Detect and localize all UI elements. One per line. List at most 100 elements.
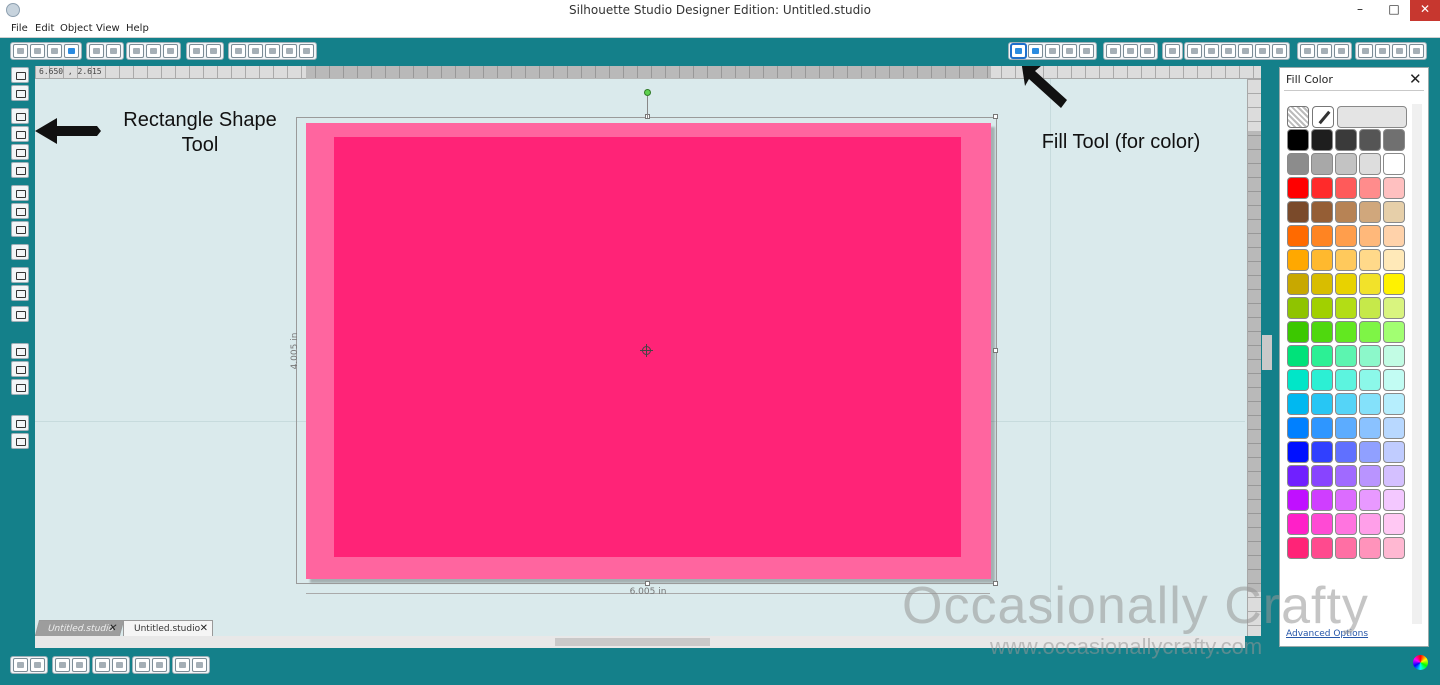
save-library-icon[interactable] [64, 44, 79, 58]
color-swatch[interactable] [1359, 417, 1381, 439]
color-swatch[interactable] [1311, 513, 1333, 535]
color-swatch[interactable] [1383, 201, 1405, 223]
color-swatch[interactable] [1359, 129, 1381, 151]
menu-help[interactable]: Help [126, 23, 149, 34]
color-swatch[interactable] [1335, 441, 1357, 463]
color-swatch[interactable] [1383, 537, 1405, 559]
release-compound-icon[interactable] [72, 658, 87, 672]
color-swatch[interactable] [1311, 489, 1333, 511]
color-swatch[interactable] [1359, 177, 1381, 199]
online-store-icon[interactable] [11, 379, 29, 395]
save-icon[interactable] [47, 44, 62, 58]
color-swatch[interactable] [1359, 441, 1381, 463]
color-swatch[interactable] [1311, 177, 1333, 199]
new-document-icon[interactable] [13, 44, 28, 58]
color-swatch[interactable] [1335, 369, 1357, 391]
store-icon[interactable] [1317, 44, 1332, 58]
horizontal-scroll-thumb[interactable] [555, 638, 710, 646]
vertical-scroll-thumb[interactable] [1262, 335, 1272, 370]
copy-icon[interactable] [129, 44, 144, 58]
color-swatch[interactable] [1335, 249, 1357, 271]
text-tool-icon[interactable] [11, 244, 29, 260]
group-icon[interactable] [13, 658, 28, 672]
color-swatch[interactable] [1287, 417, 1309, 439]
color-swatch[interactable] [1383, 489, 1405, 511]
line-tool-icon[interactable] [11, 108, 29, 124]
close-tab-icon[interactable]: ✕ [107, 623, 118, 634]
color-swatch[interactable] [1359, 321, 1381, 343]
color-swatch[interactable] [1359, 369, 1381, 391]
minimize-button[interactable]: – [1344, 0, 1376, 21]
color-swatch[interactable] [1335, 201, 1357, 223]
color-swatch[interactable] [1383, 465, 1405, 487]
color-swatch[interactable] [1287, 513, 1309, 535]
knife-tool-icon[interactable] [11, 285, 29, 301]
color-swatch[interactable] [1311, 393, 1333, 415]
fullscreen-icon[interactable] [1392, 44, 1407, 58]
key-icon[interactable] [1140, 44, 1155, 58]
color-wheel-icon[interactable] [1413, 655, 1428, 670]
color-swatch[interactable] [1359, 249, 1381, 271]
duplicate-icon[interactable] [175, 658, 190, 672]
color-swatch[interactable] [1359, 225, 1381, 247]
color-swatch[interactable] [1359, 489, 1381, 511]
color-swatch[interactable] [1311, 537, 1333, 559]
cut-send-icon[interactable] [1409, 44, 1424, 58]
color-swatch[interactable] [1287, 177, 1309, 199]
align-icon[interactable] [1106, 44, 1121, 58]
color-swatch[interactable] [1287, 201, 1309, 223]
zoom-out-icon[interactable] [248, 44, 263, 58]
color-swatch[interactable] [1287, 489, 1309, 511]
document-tab[interactable]: Untitled.studio ✕ [35, 620, 125, 636]
color-swatch[interactable] [1287, 321, 1309, 343]
color-swatch[interactable] [1311, 273, 1333, 295]
color-swatch[interactable] [1311, 441, 1333, 463]
close-tab-icon[interactable]: ✕ [200, 623, 208, 634]
close-panel-icon[interactable]: ✕ [1409, 70, 1422, 88]
color-swatch[interactable] [1287, 441, 1309, 463]
color-swatch[interactable] [1359, 201, 1381, 223]
fit-to-page-icon[interactable] [299, 44, 314, 58]
line-style-icon[interactable] [1062, 44, 1077, 58]
color-swatch[interactable] [1287, 297, 1309, 319]
delete-icon[interactable] [112, 658, 127, 672]
color-swatch[interactable] [1383, 321, 1405, 343]
make-compound-icon[interactable] [55, 658, 70, 672]
open-folder-icon[interactable] [30, 44, 45, 58]
eraser-tool-icon[interactable] [11, 267, 29, 283]
eyedropper-icon[interactable] [1312, 106, 1334, 128]
panel-split-icon[interactable] [11, 433, 29, 449]
text-style-icon[interactable] [1165, 44, 1180, 58]
color-swatch[interactable] [1311, 369, 1333, 391]
print-cutter-icon[interactable] [106, 44, 121, 58]
color-swatch[interactable] [1287, 465, 1309, 487]
menu-file[interactable]: File [11, 23, 28, 34]
color-swatch[interactable] [1359, 153, 1381, 175]
zoom-select-icon[interactable] [265, 44, 280, 58]
rotation-handle[interactable] [644, 89, 651, 96]
paste-icon[interactable] [146, 44, 161, 58]
line-color-icon[interactable] [1079, 44, 1094, 58]
color-swatch[interactable] [1359, 537, 1381, 559]
resize-handle-bottom[interactable] [645, 581, 650, 586]
color-swatch[interactable] [1287, 225, 1309, 247]
color-swatch[interactable] [1335, 393, 1357, 415]
redo-icon[interactable] [206, 44, 221, 58]
color-swatch[interactable] [1311, 297, 1333, 319]
send-to-back-icon[interactable] [152, 658, 167, 672]
color-swatch[interactable] [1311, 129, 1333, 151]
color-swatch[interactable] [1335, 225, 1357, 247]
color-swatch[interactable] [1359, 393, 1381, 415]
color-swatch[interactable] [1287, 273, 1309, 295]
color-swatch[interactable] [1335, 321, 1357, 343]
color-swatch[interactable] [1359, 513, 1381, 535]
no-fill-swatch[interactable] [1287, 106, 1309, 128]
color-swatch[interactable] [1287, 249, 1309, 271]
fill-gradient-icon[interactable] [1028, 44, 1043, 58]
color-swatch[interactable] [1335, 153, 1357, 175]
color-swatch[interactable] [1335, 129, 1357, 151]
undo-icon[interactable] [189, 44, 204, 58]
color-swatch[interactable] [1383, 369, 1405, 391]
document-tab-active[interactable]: Untitled.studio ✕ [123, 620, 213, 636]
close-window-button[interactable]: ✕ [1410, 0, 1440, 21]
